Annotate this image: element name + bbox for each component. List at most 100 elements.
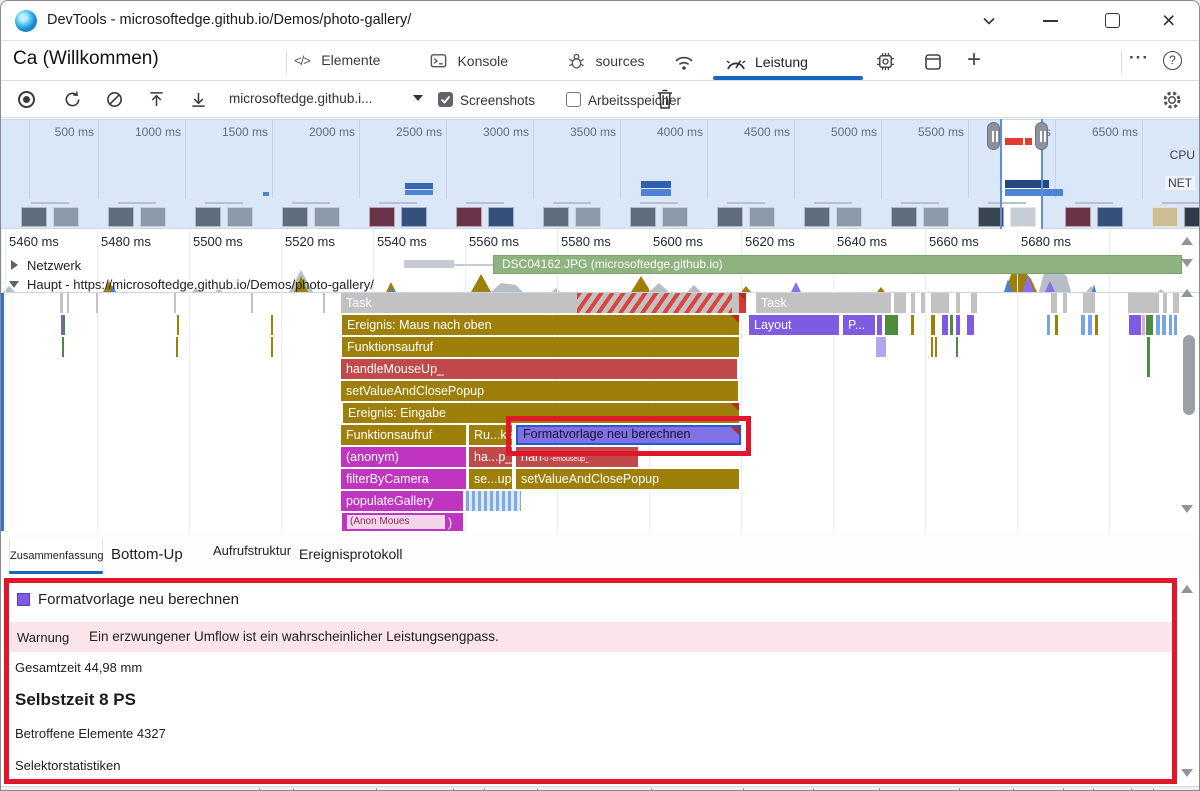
frame-thumbnail bbox=[1010, 207, 1036, 227]
frame-thumbnail bbox=[195, 207, 221, 227]
timeline-overview[interactable]: 500 ms1000 ms1500 ms2000 ms2500 ms3000 m… bbox=[1, 119, 1200, 199]
more-options-button[interactable]: ··· bbox=[1129, 48, 1149, 68]
trash-icon[interactable] bbox=[656, 88, 674, 111]
frame-caption bbox=[640, 202, 678, 204]
chevron-down-icon[interactable] bbox=[981, 13, 997, 29]
frame-thumbnail bbox=[282, 207, 308, 227]
frame-thumbnail bbox=[662, 207, 688, 227]
flame-bar-populate-gallery[interactable]: populateGallery bbox=[341, 491, 463, 511]
tab-sources[interactable]: sources bbox=[567, 51, 644, 71]
filmstrip-frame[interactable] bbox=[359, 199, 439, 229]
tab-zusammenfassung[interactable]: Zusammenfassung bbox=[9, 539, 103, 574]
scroll-down-icon[interactable] bbox=[1181, 505, 1193, 513]
overview-tick-label: 3000 ms bbox=[457, 125, 529, 139]
close-button[interactable]: × bbox=[1162, 7, 1175, 34]
filmstrip-frame[interactable] bbox=[794, 199, 874, 229]
filmstrip-frame[interactable] bbox=[533, 199, 613, 229]
flame-bar-event-mouseup[interactable]: Ereignis: Maus nach oben bbox=[342, 315, 739, 335]
scroll-down-icon[interactable] bbox=[1181, 769, 1193, 777]
dropdown-caret-icon[interactable] bbox=[413, 95, 423, 101]
flame-bar-set-value2[interactable]: setValueAndClosePopup bbox=[516, 469, 739, 489]
tab-ereignisprotokoll[interactable]: Ereignisprotokoll bbox=[299, 546, 403, 562]
frame-caption bbox=[118, 202, 156, 204]
add-tab-button[interactable]: + bbox=[967, 46, 981, 74]
active-tab-underline bbox=[713, 76, 863, 80]
flame-bar-handle-mouse-up[interactable]: handleMouseUp_ bbox=[341, 359, 737, 379]
affected-elements: Betroffene Elemente 4327 bbox=[15, 726, 166, 741]
filmstrip-frame[interactable] bbox=[272, 199, 352, 229]
device-emulation-icon[interactable] bbox=[923, 52, 943, 72]
filmstrip-frame[interactable] bbox=[11, 199, 91, 229]
clear-button[interactable] bbox=[105, 90, 124, 109]
flame-bar-hap[interactable]: ha...p_ bbox=[469, 447, 512, 467]
flame-bar-seup[interactable]: se...up bbox=[469, 469, 512, 489]
record-button[interactable] bbox=[18, 91, 35, 108]
main-thread-header: Haupt - https://microsoftedge.github.io/… bbox=[1, 277, 1200, 293]
tab-welcome[interactable]: Ca (Willkommen) bbox=[13, 48, 159, 70]
network-conditions-icon[interactable] bbox=[673, 52, 695, 72]
overview-tick-label: 6500 ms bbox=[1066, 125, 1138, 139]
flame-bar-function-call2[interactable]: Funktionsaufruf bbox=[341, 425, 466, 445]
frame-thumbnail bbox=[227, 207, 253, 227]
frame-thumbnail bbox=[369, 207, 395, 227]
net-activity-bar bbox=[405, 190, 433, 195]
tab-konsole[interactable]: Konsole bbox=[429, 51, 508, 71]
flame-bar-anon-clipped[interactable]: (Anon Moues ) bbox=[342, 513, 463, 531]
flame-bar-recalculate-style-selected[interactable]: Formatvorlage neu berechnen bbox=[516, 425, 741, 445]
scroll-up-icon[interactable] bbox=[1181, 289, 1193, 297]
minimize-button[interactable] bbox=[1043, 20, 1058, 22]
filmstrip-frame[interactable] bbox=[707, 199, 787, 229]
flame-bar-filter-by-camera[interactable]: filterByCamera bbox=[341, 469, 466, 489]
frame-caption bbox=[1162, 202, 1200, 204]
flame-bar-ruks[interactable]: Ru...ks bbox=[469, 425, 512, 445]
filmstrip-frame[interactable] bbox=[620, 199, 700, 229]
scroll-up-icon[interactable] bbox=[1181, 585, 1193, 593]
chip-icon[interactable] bbox=[875, 51, 896, 72]
tab-aufrufstruktur[interactable]: Aufrufstruktur bbox=[213, 543, 291, 558]
flame-bar-micro-tasks[interactable] bbox=[466, 491, 521, 511]
filmstrip-frame[interactable] bbox=[1055, 199, 1135, 229]
frame-caption bbox=[988, 202, 1026, 204]
flame-bar-function-call[interactable]: Funktionsaufruf bbox=[342, 337, 739, 357]
collapse-main-icon[interactable] bbox=[9, 281, 19, 288]
maximize-button[interactable] bbox=[1105, 13, 1120, 28]
tab-bottom-up[interactable]: Bottom-Up bbox=[111, 546, 183, 563]
console-icon bbox=[429, 51, 448, 70]
tab-leistung[interactable]: Leistung bbox=[713, 42, 863, 80]
memory-checkbox[interactable] bbox=[566, 92, 581, 107]
detail-tick-label: 5600 ms bbox=[653, 234, 703, 249]
bottom-edge-strip bbox=[1, 786, 1200, 791]
settings-gear-icon[interactable] bbox=[1161, 89, 1183, 111]
flame-bar-layout[interactable]: Layout bbox=[749, 315, 839, 335]
flame-bar-anonymous[interactable]: (anonym) bbox=[341, 447, 466, 467]
warning-text: Ein erzwungener Umflow ist ein wahrschei… bbox=[89, 629, 499, 644]
filmstrip-frame[interactable] bbox=[446, 199, 526, 229]
selection-right-handle[interactable] bbox=[1035, 122, 1048, 150]
flame-bar-paint[interactable]: P... bbox=[843, 315, 875, 335]
screenshots-checkbox[interactable] bbox=[438, 92, 453, 107]
filmstrip-frame[interactable] bbox=[185, 199, 265, 229]
frame-caption bbox=[31, 202, 69, 204]
detail-tick-label: 5620 ms bbox=[745, 234, 795, 249]
expand-network-icon[interactable] bbox=[11, 260, 18, 270]
filmstrip-frame[interactable] bbox=[968, 199, 1048, 229]
network-request-bar[interactable]: DSC04162.JPG (microsoftedge.github.io) bbox=[493, 255, 1182, 274]
scroll-up-icon[interactable] bbox=[1181, 237, 1193, 245]
overview-tick-label: 500 ms bbox=[22, 125, 94, 139]
scrollbar-thumb[interactable] bbox=[1183, 335, 1195, 415]
flame-bar-event-input[interactable]: Ereignis: Eingabe bbox=[343, 403, 739, 423]
history-dropdown[interactable]: microsoftedge.github.i... bbox=[229, 90, 372, 108]
download-profile-button[interactable] bbox=[189, 90, 208, 109]
filmstrip-frame[interactable] bbox=[98, 199, 178, 229]
flame-bar-task2[interactable]: Task bbox=[756, 293, 891, 313]
selection-left-handle[interactable] bbox=[987, 122, 1000, 150]
tab-elemente[interactable]: </> Elemente bbox=[294, 52, 380, 70]
upload-profile-button[interactable] bbox=[147, 90, 166, 109]
filmstrip-frame[interactable] bbox=[881, 199, 961, 229]
help-button[interactable]: ? bbox=[1163, 51, 1182, 70]
flame-bar-handle-mouse-up2[interactable]: han-u -emouseup_ bbox=[516, 447, 638, 467]
flame-bar-task[interactable]: Task bbox=[341, 293, 746, 313]
reload-record-button[interactable] bbox=[63, 90, 82, 109]
filmstrip-frame[interactable] bbox=[1142, 199, 1200, 229]
flame-bar-set-value[interactable]: setValueAndClosePopup bbox=[341, 381, 738, 401]
